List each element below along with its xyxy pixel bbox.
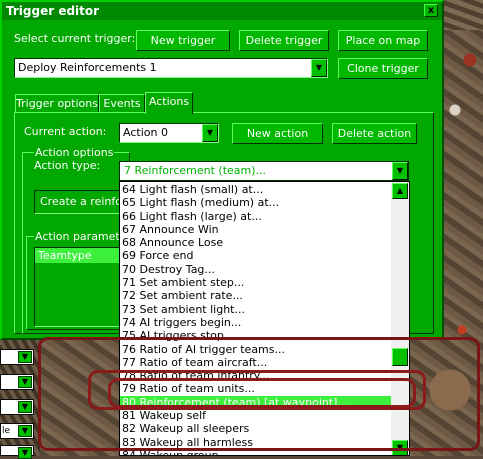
action-options-label: Action options [34, 146, 115, 159]
action-type-value: 7 Reinforcement (team)... [124, 164, 267, 177]
parameter-item-teamtype[interactable]: Teamtype [35, 248, 123, 263]
dropdown-item[interactable]: 70 Destroy Tag... [120, 263, 392, 276]
dropdown-item[interactable]: 67 Announce Win [120, 223, 392, 236]
side-combo[interactable]: ▼ [0, 374, 34, 390]
dropdown-item[interactable]: 66 Light flash (large) at... [120, 210, 392, 223]
new-trigger-button[interactable]: New trigger [136, 30, 230, 51]
dropdown-item[interactable]: 65 Light flash (medium) at... [120, 196, 392, 209]
chevron-down-icon[interactable]: ▼ [392, 162, 408, 180]
dropdown-item[interactable]: 72 Set ambient rate... [120, 289, 392, 302]
current-action-label: Current action: [24, 125, 107, 138]
dropdown-item[interactable]: 84 Wakeup group... [120, 449, 392, 455]
close-icon[interactable]: x [424, 4, 438, 17]
select-trigger-label: Select current trigger: [14, 32, 136, 45]
scroll-down-icon[interactable]: ▼ [392, 440, 408, 455]
scroll-up-icon[interactable]: ▲ [392, 183, 408, 199]
tab-actions[interactable]: Actions [145, 92, 193, 114]
chevron-down-icon[interactable]: ▼ [202, 124, 218, 142]
chevron-down-icon[interactable]: ▼ [18, 401, 32, 413]
action-type-label: Action type: [34, 159, 101, 172]
scrollbar-thumb[interactable] [392, 348, 408, 366]
dropdown-item[interactable]: 73 Set ambient light... [120, 303, 392, 316]
dropdown-item[interactable]: 76 Ratio of AI trigger teams... [120, 343, 392, 356]
dropdown-item[interactable]: 81 Wakeup self [120, 409, 392, 422]
clone-trigger-button[interactable]: Clone trigger [338, 58, 428, 79]
tab-trigger-options[interactable]: Trigger options [15, 94, 99, 113]
side-combo[interactable]: le ▼ [0, 423, 34, 439]
dropdown-item[interactable]: 64 Light flash (small) at... [120, 183, 392, 196]
current-action-select[interactable]: Action 0 ▼ [119, 123, 219, 143]
chevron-down-icon[interactable]: ▼ [18, 447, 32, 459]
side-combo-value: le [2, 426, 11, 436]
dropdown-scrollbar[interactable]: ▲ ▼ [391, 182, 409, 455]
dropdown-item[interactable]: 79 Ratio of team units... [120, 382, 392, 395]
side-combo[interactable]: ▼ [0, 349, 34, 365]
side-combo[interactable]: ▼ [0, 399, 34, 415]
side-combo[interactable]: ▼ [0, 445, 34, 459]
dropdown-item[interactable]: 77 Ratio of team aircraft... [120, 356, 392, 369]
trigger-select-value: Deploy Reinforcements 1 [18, 61, 157, 74]
chevron-down-icon[interactable]: ▼ [18, 425, 32, 437]
dropdown-item[interactable]: 78 Ratio of team infantry... [120, 369, 392, 382]
dropdown-item[interactable]: 74 AI triggers begin... [120, 316, 392, 329]
dropdown-item[interactable]: 82 Wakeup all sleepers [120, 422, 392, 435]
dropdown-item[interactable]: 75 AI triggers stop [120, 329, 392, 342]
window-titlebar[interactable]: Trigger editor x [2, 2, 442, 20]
chevron-down-icon[interactable]: ▼ [18, 351, 32, 363]
dropdown-list[interactable]: 64 Light flash (small) at... 65 Light fla… [120, 183, 392, 455]
dropdown-item[interactable]: 71 Set ambient step... [120, 276, 392, 289]
new-action-button[interactable]: New action [232, 123, 323, 144]
delete-trigger-button[interactable]: Delete trigger [239, 30, 329, 51]
window-title: Trigger editor [6, 4, 100, 18]
current-action-value: Action 0 [123, 126, 168, 139]
chevron-down-icon[interactable]: ▼ [311, 59, 327, 77]
action-type-select[interactable]: 7 Reinforcement (team)... ▼ [119, 161, 409, 181]
dropdown-item[interactable]: 68 Announce Lose [120, 236, 392, 249]
place-on-map-button[interactable]: Place on map [338, 30, 428, 51]
tab-events[interactable]: Events [99, 94, 145, 113]
trigger-select[interactable]: Deploy Reinforcements 1 ▼ [14, 58, 328, 78]
dropdown-item[interactable]: 69 Force end [120, 249, 392, 262]
delete-action-button[interactable]: Delete action [332, 123, 417, 144]
dropdown-item[interactable]: 83 Wakeup all harmless [120, 436, 392, 449]
action-type-dropdown[interactable]: 64 Light flash (small) at... 65 Light fla… [119, 181, 410, 456]
chevron-down-icon[interactable]: ▼ [18, 376, 32, 388]
dropdown-item[interactable]: 80 Reinforcement (team) [at waypoint]... [120, 395, 392, 410]
action-parameters-list[interactable]: Teamtype [34, 247, 124, 327]
